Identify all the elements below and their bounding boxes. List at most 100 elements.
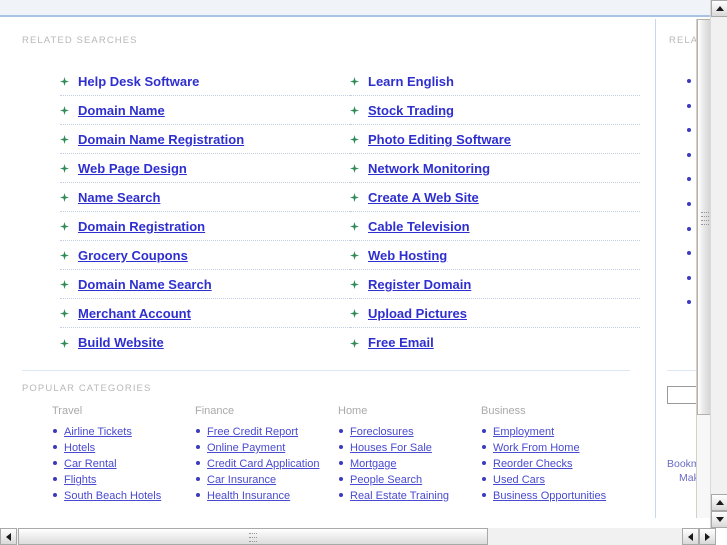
dot-bullet-icon	[196, 461, 200, 465]
sparkle-bullet-icon	[350, 164, 359, 173]
horizontal-scrollbar-thumb[interactable]	[18, 528, 488, 545]
category-link-0-0[interactable]: Airline Tickets	[64, 426, 132, 438]
related-search-link-left-0[interactable]: Help Desk Software	[78, 74, 199, 89]
category-list-item: People Search	[338, 471, 481, 487]
category-link-1-0[interactable]: Free Credit Report	[207, 426, 298, 438]
related-search-link-right-5[interactable]: Cable Television	[368, 219, 470, 234]
horizontal-scroll-button-group[interactable]	[682, 528, 716, 545]
popular-categories-heading: POPULAR CATEGORIES	[22, 383, 152, 394]
category-link-3-4[interactable]: Business Opportunities	[493, 490, 606, 502]
related-search-row: Grocery Coupons	[60, 241, 350, 270]
category-link-0-3[interactable]: Flights	[64, 474, 96, 486]
category-list-item: Houses For Sale	[338, 439, 481, 455]
related-search-link-right-2[interactable]: Photo Editing Software	[368, 132, 511, 147]
category-link-3-3[interactable]: Used Cars	[493, 474, 545, 486]
related-search-link-left-9[interactable]: Build Website	[78, 335, 164, 350]
related-search-link-right-1[interactable]: Stock Trading	[368, 103, 454, 118]
category-link-1-4[interactable]: Health Insurance	[207, 490, 290, 502]
related-search-row: Upload Pictures	[350, 299, 640, 328]
sparkle-bullet-icon	[60, 164, 69, 173]
main-content-panel: RELATED SEARCHES Help Desk Software Domai…	[0, 19, 656, 519]
category-link-1-1[interactable]: Online Payment	[207, 442, 285, 454]
category-list-item: Work From Home	[481, 439, 624, 455]
dot-bullet-icon	[687, 251, 691, 256]
dot-bullet-icon	[53, 461, 57, 465]
category-link-1-2[interactable]: Credit Card Application	[207, 458, 320, 470]
scroll-down-button[interactable]	[711, 511, 727, 528]
related-searches-heading: RELATED SEARCHES	[22, 35, 138, 46]
related-search-link-left-4[interactable]: Name Search	[78, 190, 160, 205]
inner-vertical-scrollbar-thumb[interactable]	[697, 19, 710, 415]
related-search-link-left-6[interactable]: Grocery Coupons	[78, 248, 188, 263]
dot-bullet-icon	[482, 445, 486, 449]
related-search-row: Network Monitoring	[350, 154, 640, 183]
dot-bullet-icon	[482, 493, 486, 497]
category-link-3-2[interactable]: Reorder Checks	[493, 458, 572, 470]
related-search-row: Domain Name Registration	[60, 125, 350, 154]
dot-bullet-icon	[482, 477, 486, 481]
arrow-up-icon	[715, 500, 724, 505]
category-link-0-2[interactable]: Car Rental	[64, 458, 117, 470]
sparkle-bullet-icon	[350, 135, 359, 144]
category-list-item: Business Opportunities	[481, 487, 624, 503]
category-link-0-4[interactable]: South Beach Hotels	[64, 490, 161, 502]
related-search-link-left-3[interactable]: Web Page Design	[78, 161, 187, 176]
horizontal-scrollbar[interactable]	[0, 528, 682, 545]
sparkle-bullet-icon	[60, 106, 69, 115]
dot-bullet-icon	[339, 493, 343, 497]
category-list-item: Hotels	[52, 439, 195, 455]
related-search-link-right-3[interactable]: Network Monitoring	[368, 161, 490, 176]
category-link-2-3[interactable]: People Search	[350, 474, 422, 486]
page-bottom-filler	[0, 518, 710, 528]
inner-vertical-scrollbar[interactable]	[696, 19, 710, 519]
category-list-item: Reorder Checks	[481, 455, 624, 471]
related-search-row: Create A Web Site	[350, 183, 640, 212]
dot-bullet-icon	[687, 201, 691, 206]
scroll-left-button-end[interactable]	[682, 528, 699, 545]
related-search-link-left-2[interactable]: Domain Name Registration	[78, 132, 244, 147]
scrollbar-grip-icon	[701, 212, 709, 225]
related-search-link-left-7[interactable]: Domain Name Search	[78, 277, 212, 292]
category-link-2-1[interactable]: Houses For Sale	[350, 442, 432, 454]
related-search-link-right-4[interactable]: Create A Web Site	[368, 190, 479, 205]
arrow-left-icon	[6, 532, 11, 541]
scroll-left-button[interactable]	[0, 528, 17, 545]
scroll-up-button-bottom[interactable]	[711, 494, 727, 511]
related-search-row: Build Website	[60, 328, 350, 357]
related-search-link-right-9[interactable]: Free Email	[368, 335, 434, 350]
category-list-item: Flights	[52, 471, 195, 487]
related-search-link-left-8[interactable]: Merchant Account	[78, 306, 191, 321]
category-link-0-1[interactable]: Hotels	[64, 442, 95, 454]
category-link-2-4[interactable]: Real Estate Training	[350, 490, 449, 502]
dot-bullet-icon	[687, 128, 691, 133]
related-search-link-left-1[interactable]: Domain Name	[78, 103, 165, 118]
related-search-link-right-8[interactable]: Upload Pictures	[368, 306, 467, 321]
sparkle-bullet-icon	[350, 251, 359, 260]
dot-bullet-icon	[339, 445, 343, 449]
category-link-2-2[interactable]: Mortgage	[350, 458, 396, 470]
related-search-link-right-7[interactable]: Register Domain	[368, 277, 471, 292]
related-search-link-right-0[interactable]: Learn English	[368, 74, 454, 89]
category-link-3-0[interactable]: Employment	[493, 426, 554, 438]
category-title: Home	[338, 405, 368, 417]
page-vertical-scrollbar[interactable]	[710, 0, 727, 528]
category-list-item: Foreclosures	[338, 423, 481, 439]
category-list-item: Employment	[481, 423, 624, 439]
scroll-right-button[interactable]	[699, 528, 716, 545]
sparkle-bullet-icon	[60, 251, 69, 260]
category-link-2-0[interactable]: Foreclosures	[350, 426, 414, 438]
related-search-row: Free Email	[350, 328, 640, 357]
sparkle-bullet-icon	[350, 222, 359, 231]
category-link-1-3[interactable]: Car Insurance	[207, 474, 276, 486]
related-search-row: Photo Editing Software	[350, 125, 640, 154]
sparkle-bullet-icon	[350, 193, 359, 202]
popular-categories-grid: Travel Airline Tickets Hotels Car Rental Fli…	[52, 405, 652, 503]
category-list-item: Real Estate Training	[338, 487, 481, 503]
dot-bullet-icon	[687, 226, 691, 231]
category-link-3-1[interactable]: Work From Home	[493, 442, 580, 454]
scroll-up-button[interactable]	[711, 0, 727, 17]
related-search-link-right-6[interactable]: Web Hosting	[368, 248, 447, 263]
category-list-item: Car Rental	[52, 455, 195, 471]
related-search-row: Cable Television	[350, 212, 640, 241]
related-search-link-left-5[interactable]: Domain Registration	[78, 219, 205, 234]
